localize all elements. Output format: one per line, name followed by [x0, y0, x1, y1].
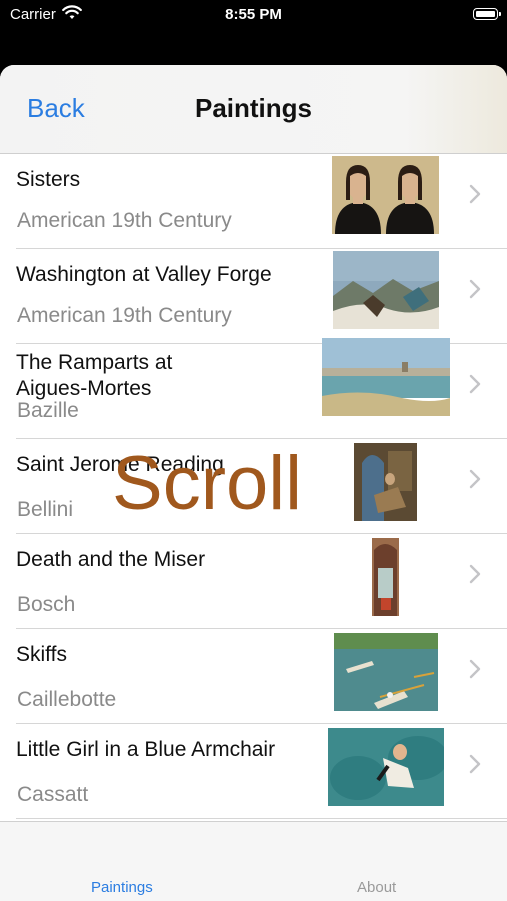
painting-artist: American 19th Century — [17, 209, 232, 232]
painting-artist: Caillebotte — [17, 688, 117, 711]
painting-artist: Bellini — [17, 498, 74, 521]
painting-title: Death and the Miser — [16, 548, 206, 571]
list-item[interactable]: Sisters American 19th Century — [0, 154, 507, 249]
list-item[interactable]: The Ramparts at Aigues-Mortes Bazille — [0, 338, 507, 439]
painting-artist: American 19th Century — [17, 304, 232, 327]
chevron-right-icon — [469, 374, 481, 394]
painting-thumbnail — [334, 633, 438, 711]
painting-thumbnail — [333, 251, 439, 329]
painting-artist: Bazille — [17, 399, 79, 422]
painting-thumbnail — [328, 728, 444, 806]
chevron-right-icon — [469, 659, 481, 679]
painting-title: The Ramparts at Aigues-Mortes — [16, 351, 173, 400]
painting-thumbnail — [354, 443, 417, 521]
chevron-right-icon — [469, 754, 481, 774]
painting-title: Sisters — [16, 168, 81, 191]
painting-thumbnail — [372, 538, 399, 616]
page-title: Paintings — [194, 93, 312, 123]
navigation-bar: Back Paintings — [0, 65, 507, 154]
list-item[interactable]: Death and the Miser Bosch — [0, 534, 507, 629]
painting-artist: Cassatt — [17, 783, 89, 806]
list-item[interactable] — [0, 819, 507, 820]
tab-bar: Paintings About — [0, 821, 507, 901]
painting-thumbnail — [332, 156, 439, 234]
chevron-right-icon — [469, 279, 481, 299]
status-time: 8:55 PM — [225, 6, 282, 23]
list-item[interactable]: Saint Jerome Reading Bellini — [0, 439, 507, 534]
painting-thumbnail — [322, 338, 450, 416]
painting-title: Washington at Valley Forge — [16, 263, 272, 286]
chevron-right-icon — [469, 564, 481, 584]
painting-title: Skiffs — [16, 643, 67, 666]
chevron-right-icon — [469, 469, 481, 489]
tab-about[interactable]: About — [357, 879, 396, 896]
list-item[interactable]: Washington at Valley Forge American 19th… — [0, 249, 507, 344]
painting-title: Little Girl in a Blue Armchair — [16, 738, 276, 761]
tab-paintings[interactable]: Paintings — [91, 879, 153, 896]
battery-icon — [473, 8, 501, 20]
status-bar: Carrier 8:55 PM — [0, 0, 507, 30]
modal-sheet: Back Paintings Sisters American 19th Cen… — [0, 65, 507, 900]
list-item[interactable]: Skiffs Caillebotte — [0, 629, 507, 724]
painting-title: Saint Jerome Reading — [16, 453, 224, 476]
chevron-right-icon — [469, 184, 481, 204]
list-item[interactable]: Little Girl in a Blue Armchair Cassatt — [0, 724, 507, 819]
painting-artist: Bosch — [17, 593, 76, 616]
paintings-list[interactable]: Sisters American 19th Century Washington… — [0, 154, 507, 820]
